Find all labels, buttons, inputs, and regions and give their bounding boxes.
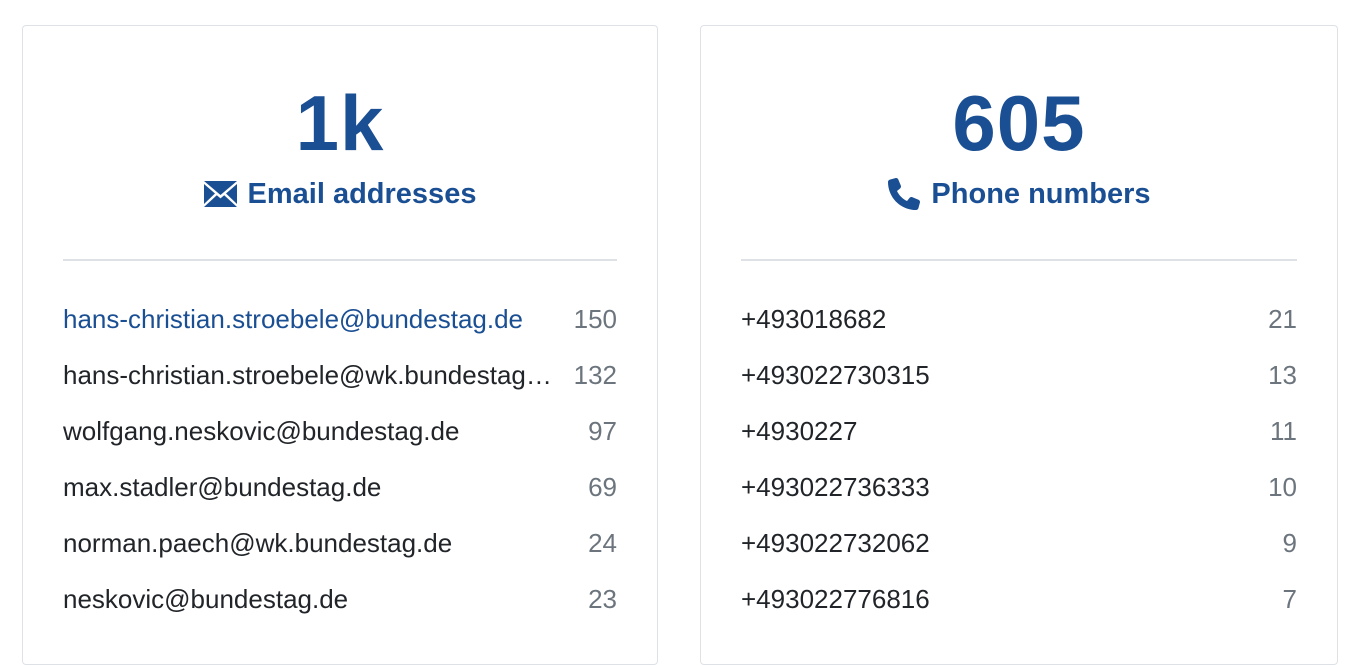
email-addresses-card: 1k Email addresses hans-christian.stroeb… [22,25,658,665]
item-count: 21 [1268,303,1297,334]
phone-number[interactable]: +493022776816 [741,584,1283,615]
list-item[interactable]: +493022732062 9 [741,515,1297,571]
phone-numbers-heading[interactable]: Phone numbers [701,176,1337,212]
item-count: 11 [1270,415,1297,446]
item-count: 10 [1268,471,1297,502]
email-addresses-heading[interactable]: Email addresses [23,176,657,212]
item-count: 24 [588,527,617,558]
item-count: 69 [588,471,617,502]
divider [741,259,1297,261]
phone-numbers-label: Phone numbers [931,178,1151,210]
email-address[interactable]: max.stadler@bundestag.de [63,472,588,503]
list-item[interactable]: wolfgang.neskovic@bundestag.de 97 [63,403,617,459]
list-item[interactable]: neskovic@bundestag.de 23 [63,571,617,627]
email-address[interactable]: hans-christian.stroebele@bundestag.de [63,304,574,335]
list-item[interactable]: +493022730315 13 [741,347,1297,403]
email-address[interactable]: hans-christian.stroebele@wk.bundestag.de [63,360,574,391]
email-count-value: 1k [295,79,385,167]
phone-numbers-card: 605 Phone numbers +493018682 21 +4930227… [700,25,1338,665]
divider [63,259,617,261]
email-list: hans-christian.stroebele@bundestag.de 15… [63,291,617,627]
email-address[interactable]: neskovic@bundestag.de [63,584,588,615]
item-count: 13 [1268,359,1297,390]
item-count: 9 [1282,527,1297,558]
list-item[interactable]: +493018682 21 [741,291,1297,347]
list-item[interactable]: hans-christian.stroebele@wk.bundestag.de… [63,347,617,403]
phone-list: +493018682 21 +493022730315 13 +4930227 … [741,291,1297,627]
email-address[interactable]: wolfgang.neskovic@bundestag.de [63,416,588,447]
item-count: 23 [588,583,617,614]
email-addresses-label: Email addresses [247,178,477,210]
list-item[interactable]: +493022776816 7 [741,571,1297,627]
phone-icon [887,177,921,211]
list-item[interactable]: +4930227 11 [741,403,1297,459]
phone-number[interactable]: +493022730315 [741,360,1268,391]
item-count: 7 [1282,583,1297,614]
phone-number[interactable]: +4930227 [741,416,1270,447]
list-item[interactable]: +493022736333 10 [741,459,1297,515]
item-count: 150 [573,303,617,334]
phone-number[interactable]: +493018682 [741,304,1268,335]
item-count: 132 [573,359,617,390]
phone-count-value: 605 [952,79,1086,167]
phone-number[interactable]: +493022732062 [741,528,1283,559]
list-item[interactable]: hans-christian.stroebele@bundestag.de 15… [63,291,617,347]
phone-number[interactable]: +493022736333 [741,472,1268,503]
email-address[interactable]: norman.paech@wk.bundestag.de [63,528,588,559]
list-item[interactable]: norman.paech@wk.bundestag.de 24 [63,515,617,571]
envelope-icon [204,177,238,211]
item-count: 97 [588,415,617,446]
list-item[interactable]: max.stadler@bundestag.de 69 [63,459,617,515]
